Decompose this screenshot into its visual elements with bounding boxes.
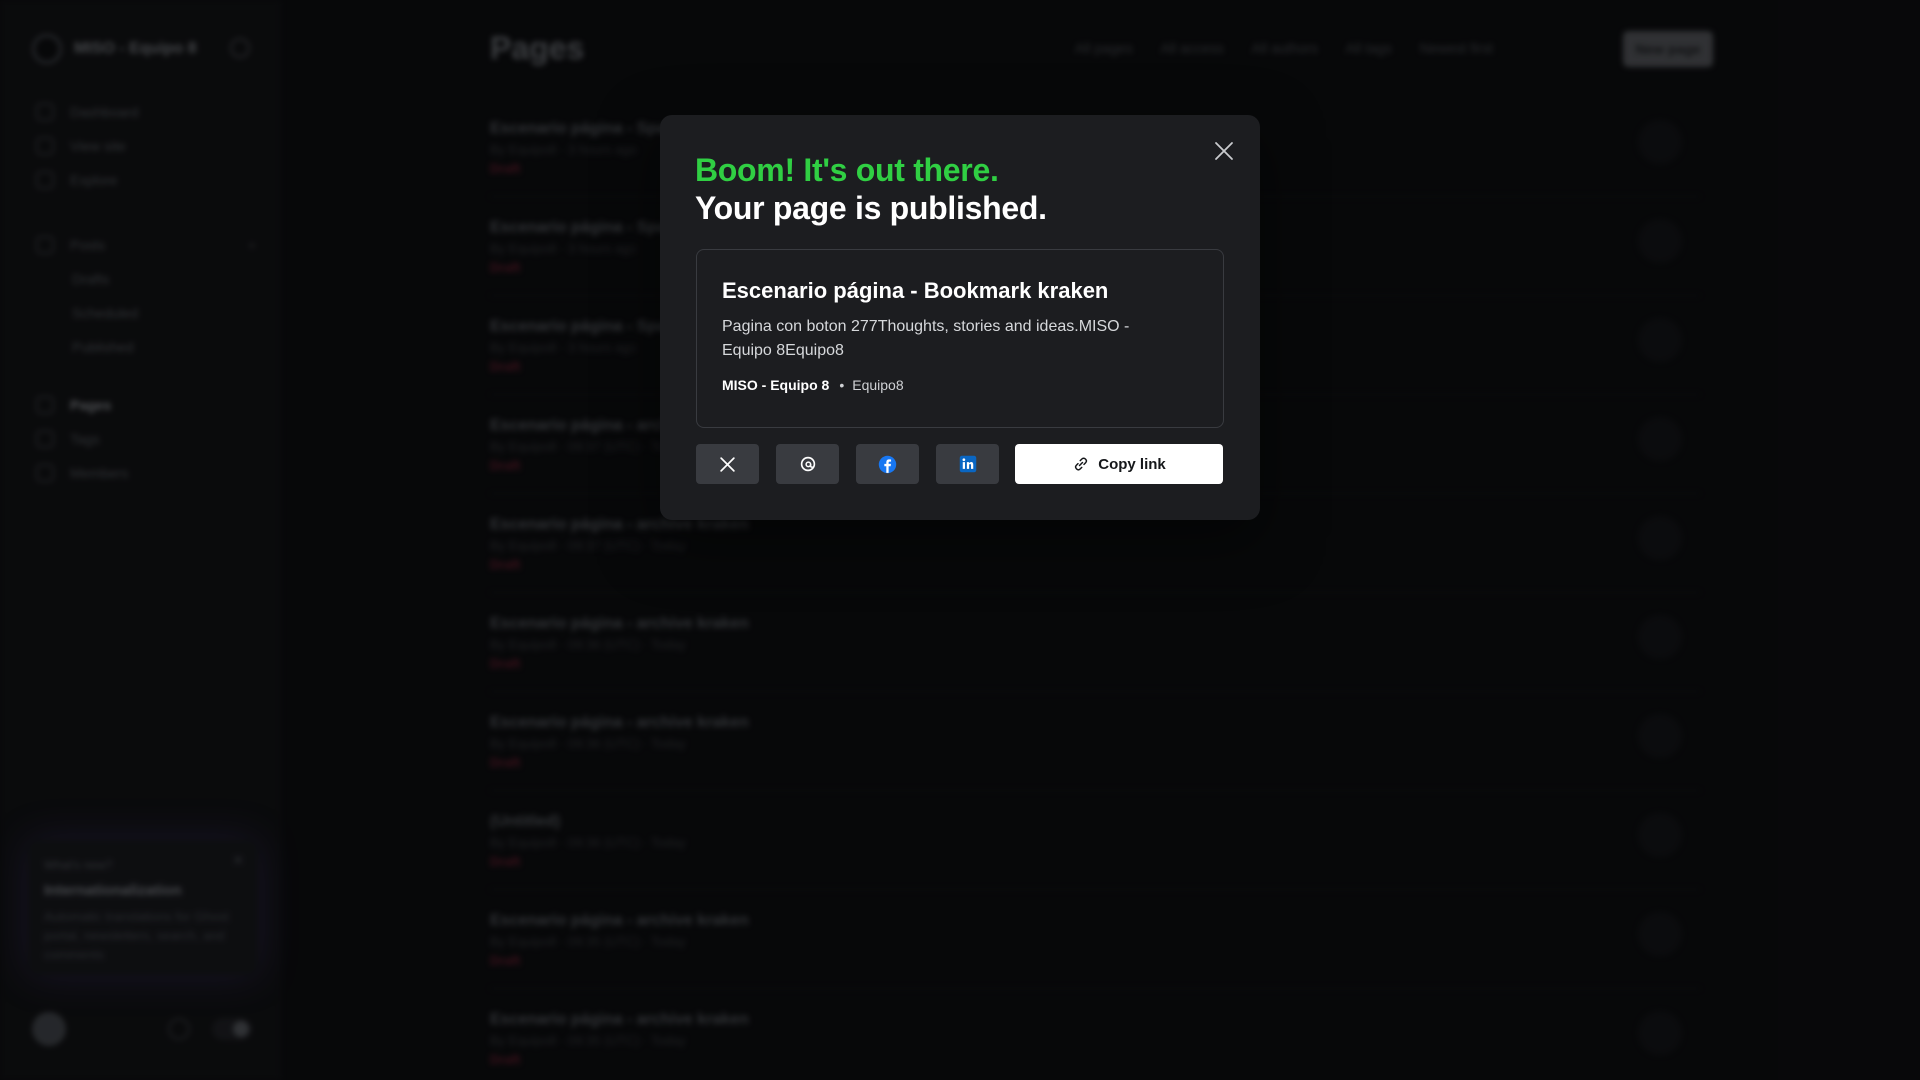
card-meta: MISO - Equipo 8 • Equipo8 [722,377,1198,393]
heading-published: Your page is published. [695,190,1047,226]
facebook-icon [878,455,897,473]
share-x-button[interactable] [696,444,759,484]
card-separator: • [839,377,845,393]
heading-success: Boom! It's out there. [695,152,999,188]
copy-link-button[interactable]: Copy link [1015,444,1223,484]
card-description: Pagina con boton 277Thoughts, stories an… [722,318,1130,359]
modal-heading: Boom! It's out there. Your page is publi… [695,151,1047,227]
threads-icon [800,456,815,472]
share-threads-button[interactable] [776,444,839,484]
copy-link-label: Copy link [1098,455,1166,473]
publish-success-modal: Boom! It's out there. Your page is publi… [660,115,1260,520]
share-actions: Copy link [696,444,1223,484]
card-title: Escenario página - Bookmark kraken [722,278,1109,303]
share-facebook-button[interactable] [856,444,919,484]
card-author: Equipo8 [852,377,904,393]
close-icon [1215,142,1233,160]
link-icon [1075,457,1088,471]
close-button[interactable] [1208,135,1240,167]
share-linkedin-button[interactable] [936,444,999,484]
bookmark-card: Escenario página - Bookmark kraken Pagin… [696,249,1224,428]
card-site: MISO - Equipo 8 [722,377,830,393]
app: MISO - Equipo 8 Dashboard View site Expl… [0,0,1920,1080]
linkedin-icon [959,455,976,473]
x-icon [720,456,735,472]
